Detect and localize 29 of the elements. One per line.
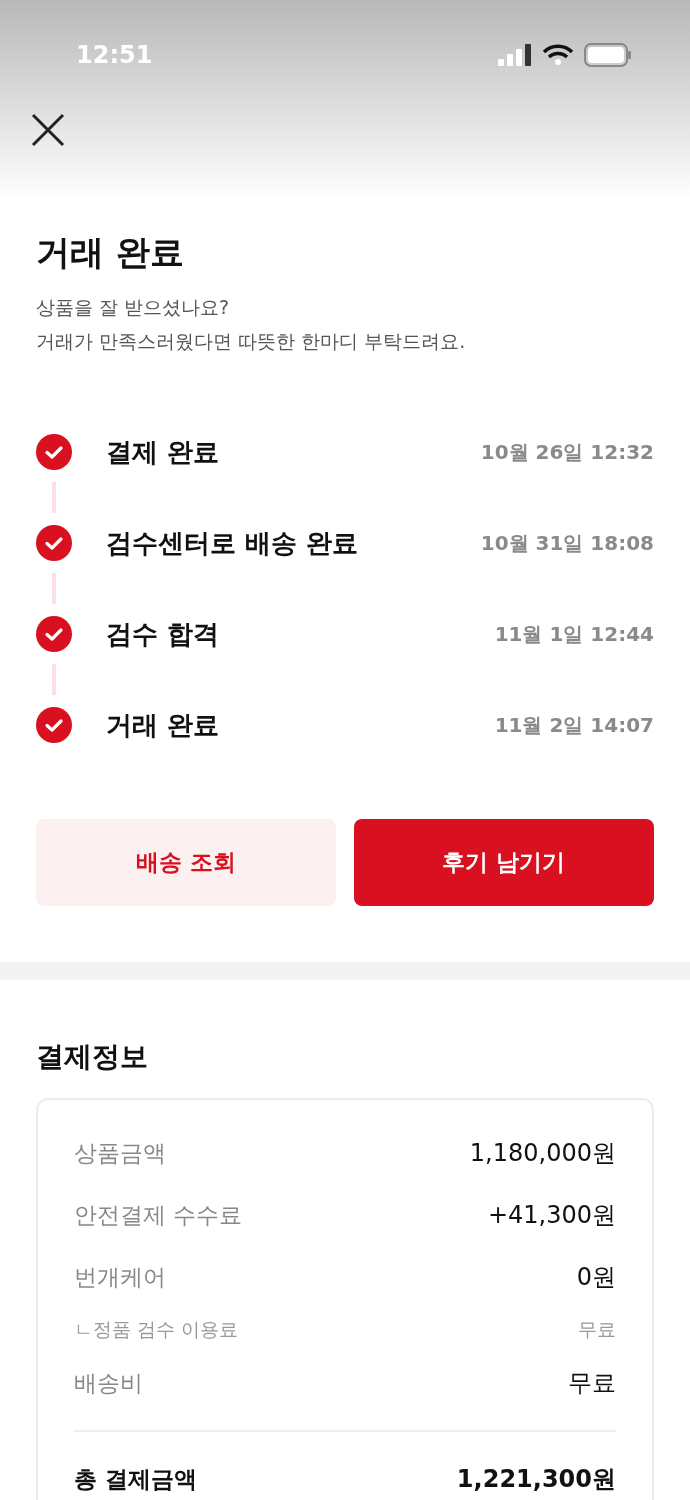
step-label: 검수 합격 xyxy=(106,617,221,651)
wifi-icon xyxy=(542,44,574,66)
review-button[interactable]: 후기 남기기 xyxy=(354,819,654,906)
tracking-button[interactable]: 배송 조회 xyxy=(36,819,336,906)
step-label: 결제 완료 xyxy=(106,435,221,469)
step-time: 10월 31일 18:08 xyxy=(480,529,654,557)
subtitle-text: 거래가 만족스러웠다면 따뜻한 한마디 부탁드려요. xyxy=(36,329,467,354)
payment-label: ㄴ정품 검수 이용료 xyxy=(74,1317,239,1342)
step-time: 11월 2일 14:07 xyxy=(494,711,654,739)
subtitle-text: 상품을 잘 받으셨나요? xyxy=(36,295,231,320)
payment-label: 번개케어 xyxy=(74,1262,166,1292)
payment-value: 0원 xyxy=(576,1262,616,1293)
payment-value: 1,221,300원 xyxy=(456,1464,616,1495)
payment-value: 무료 xyxy=(578,1317,616,1342)
payment-value: 1,180,000원 xyxy=(469,1138,616,1169)
payment-value: 무료 xyxy=(568,1368,616,1399)
step-label: 거래 완료 xyxy=(106,708,221,742)
step-time: 10월 26일 12:32 xyxy=(480,438,654,466)
page-title: 거래 완료 xyxy=(36,231,185,274)
signal-icon xyxy=(498,44,532,66)
payment-value: +41,300원 xyxy=(487,1200,616,1231)
step-time: 11월 1일 12:44 xyxy=(494,620,654,648)
payment-label: 배송비 xyxy=(74,1368,143,1398)
payment-label: 안전결제 수수료 xyxy=(74,1200,243,1230)
section-title: 결제정보 xyxy=(36,1039,149,1075)
step-label: 검수센터로 배송 완료 xyxy=(106,526,360,560)
payment-label: 총 결제금액 xyxy=(74,1464,197,1494)
payment-label: 상품금액 xyxy=(74,1138,166,1168)
battery-icon xyxy=(584,43,632,67)
